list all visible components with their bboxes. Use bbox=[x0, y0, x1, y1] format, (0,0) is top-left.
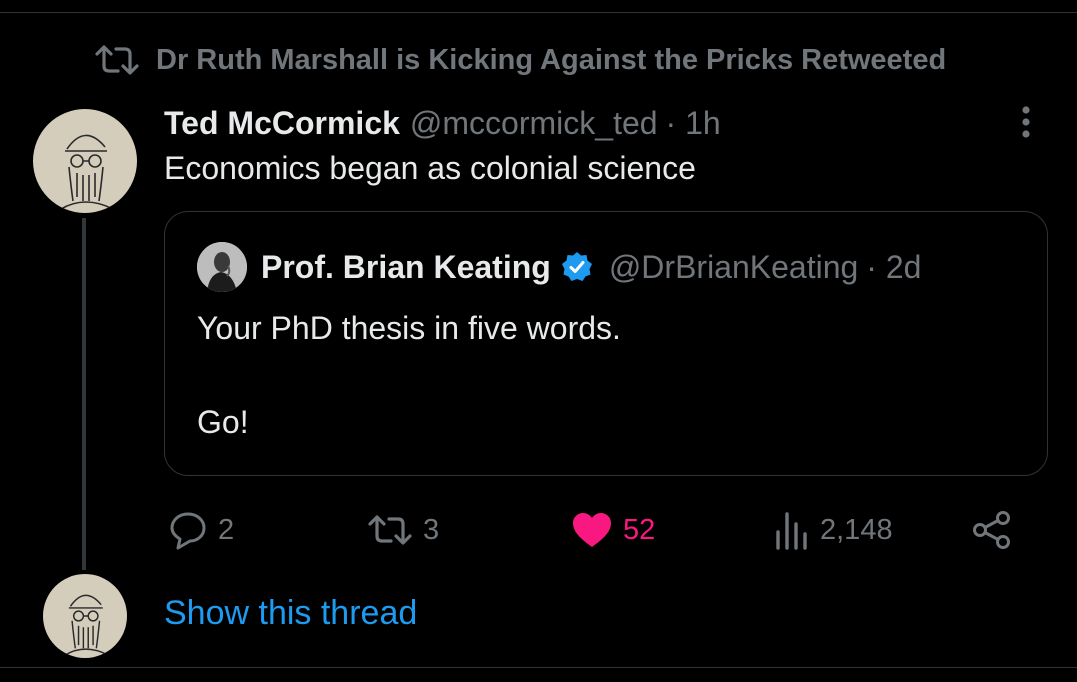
verified-badge-icon bbox=[561, 252, 592, 281]
retweet-icon bbox=[95, 45, 139, 75]
reply-button[interactable]: 2 bbox=[168, 506, 234, 554]
like-button[interactable]: 52 bbox=[571, 506, 655, 554]
author-name[interactable]: Ted McCormick bbox=[164, 105, 400, 142]
tweet-time[interactable]: · 1h bbox=[666, 105, 721, 142]
thread-connector-line bbox=[82, 218, 86, 570]
retweet-count: 3 bbox=[423, 513, 440, 546]
avatar-sketch-image bbox=[60, 134, 114, 210]
like-count: 52 bbox=[623, 513, 656, 546]
quoted-author-name[interactable]: Prof. Brian Keating bbox=[261, 249, 551, 286]
bottom-divider bbox=[0, 667, 1077, 668]
share-icon bbox=[973, 511, 1010, 549]
retweet-action-icon bbox=[368, 515, 412, 545]
author-handle[interactable]: @mccormick_ted bbox=[410, 105, 658, 142]
reply-count: 2 bbox=[218, 513, 235, 546]
views-count: 2,148 bbox=[820, 513, 893, 546]
share-button[interactable] bbox=[972, 506, 1012, 554]
retweet-banner[interactable]: Dr Ruth Marshall is Kicking Against the … bbox=[94, 42, 946, 78]
heart-icon bbox=[573, 513, 611, 547]
quoted-tweet-header: Prof. Brian Keating @DrBrianKeating · 2d bbox=[261, 246, 921, 288]
quoted-tweet-time[interactable]: · 2d bbox=[866, 249, 921, 286]
quoted-tweet-card[interactable]: Prof. Brian Keating @DrBrianKeating · 2d… bbox=[164, 211, 1048, 476]
more-options-icon[interactable] bbox=[1012, 104, 1040, 140]
reply-icon bbox=[170, 512, 206, 550]
retweet-button[interactable]: 3 bbox=[367, 506, 439, 554]
tweet-header: Ted McCormick @mccormick_ted · 1h bbox=[164, 102, 721, 144]
views-button[interactable]: 2,148 bbox=[774, 506, 893, 554]
quoted-tweet-text-line-2: Go! bbox=[197, 404, 249, 440]
quoted-avatar-photo bbox=[197, 242, 247, 292]
thread-avatar[interactable] bbox=[43, 574, 127, 658]
views-chart-icon bbox=[776, 512, 807, 550]
top-divider bbox=[0, 12, 1077, 13]
quoted-author-avatar[interactable] bbox=[197, 242, 247, 292]
quoted-author-handle[interactable]: @DrBrianKeating bbox=[609, 249, 858, 286]
thread-avatar-sketch-image bbox=[65, 594, 108, 656]
tweet-text: Economics began as colonial science bbox=[164, 150, 696, 186]
author-avatar[interactable] bbox=[33, 109, 137, 213]
quoted-tweet-text-line-1: Your PhD thesis in five words. bbox=[197, 310, 621, 346]
show-thread-link[interactable]: Show this thread bbox=[164, 594, 417, 633]
retweet-banner-text: Dr Ruth Marshall is Kicking Against the … bbox=[156, 43, 947, 76]
